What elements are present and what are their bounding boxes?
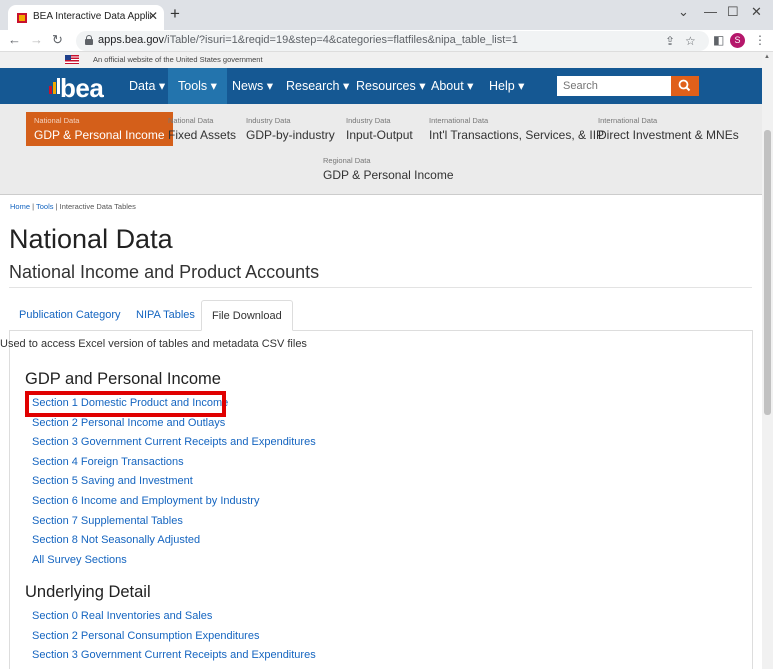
section-heading-underlying: Underlying Detail — [25, 583, 151, 601]
list-item: Section 5 Saving and Investment — [32, 472, 316, 492]
bea-favicon-icon — [17, 13, 27, 23]
gdp-section-links: Section 1 Domestic Product and Income Se… — [32, 394, 316, 570]
divider — [9, 287, 752, 288]
browser-toolbar: ← → ↻ apps.bea.gov/iTable/?isuri=1&reqid… — [0, 30, 773, 52]
breadcrumb-current: Interactive Data Tables — [59, 202, 136, 211]
gov-banner-text: An official website of the United States… — [93, 55, 263, 64]
tab-publication-category[interactable]: Publication Category — [9, 300, 131, 331]
subnav-national-gdp[interactable]: National Data GDP & Personal Income — [26, 112, 173, 146]
page-subtitle: National Income and Product Accounts — [9, 262, 320, 282]
nav-tools[interactable]: Tools ▾ — [168, 68, 227, 104]
link-section-6[interactable]: Section 6 Income and Employment by Indus… — [32, 495, 259, 507]
address-bar[interactable]: apps.bea.gov/iTable/?isuri=1&reqid=19&st… — [76, 31, 709, 51]
content-tabs: Publication Category NIPA Tables File Do… — [9, 300, 753, 331]
subnav-intl-transactions[interactable]: International Data Int'l Transactions, S… — [429, 116, 604, 142]
highlight-box — [25, 391, 226, 417]
subnav-label: GDP & Personal Income — [34, 128, 165, 142]
list-item: Section 0 Real Inventories and Sales — [32, 607, 316, 627]
subnav-category: Industry Data — [346, 116, 391, 125]
share-icon[interactable]: ⇪ — [665, 34, 675, 48]
tab-file-download[interactable]: File Download — [201, 300, 293, 331]
page-scrollbar[interactable]: ▲ — [762, 52, 773, 669]
link-section-3[interactable]: Section 3 Government Current Receipts an… — [32, 436, 316, 448]
page-title: National Data — [9, 224, 173, 254]
sub-navigation: National Data GDP & Personal Income Nati… — [0, 104, 762, 195]
list-item: Section 6 Income and Employment by Indus… — [32, 492, 316, 512]
nav-about[interactable]: About ▾ — [421, 68, 483, 104]
subnav-direct-investment[interactable]: International Data Direct Investment & M… — [598, 116, 739, 142]
link-section-2[interactable]: Section 2 Personal Income and Outlays — [32, 417, 225, 429]
list-item: Section 7 Supplemental Tables — [32, 512, 316, 532]
browser-tab-title: BEA Interactive Data Application — [33, 11, 151, 22]
nav-help[interactable]: Help ▾ — [479, 68, 534, 104]
minimize-icon[interactable]: — — [704, 4, 717, 19]
subnav-category: National Data — [168, 116, 214, 125]
list-item: Section 8 Not Seasonally Adjusted — [32, 531, 316, 551]
new-tab-icon[interactable]: + — [170, 4, 180, 24]
reload-icon[interactable]: ↻ — [52, 32, 63, 48]
list-item: Section 3 Government Current Receipts an… — [32, 646, 316, 666]
underlying-section-links: Section 0 Real Inventories and Sales Sec… — [32, 607, 316, 666]
subnav-fixed-assets[interactable]: National Data Fixed Assets — [168, 116, 236, 142]
link-all-survey-sections[interactable]: All Survey Sections — [32, 554, 127, 566]
subnav-gdp-by-industry[interactable]: Industry Data GDP-by-industry — [246, 116, 335, 142]
subnav-category: National Data — [34, 116, 80, 125]
gov-banner: An official website of the United States… — [0, 52, 762, 68]
list-item: All Survey Sections — [32, 551, 316, 571]
file-download-panel: Used to access Excel version of tables a… — [0, 331, 753, 669]
subnav-category: Industry Data — [246, 116, 291, 125]
subnav-label: Fixed Assets — [168, 128, 237, 142]
link-section-5[interactable]: Section 5 Saving and Investment — [32, 475, 193, 487]
nav-news[interactable]: News ▾ — [222, 68, 283, 104]
link-section-7[interactable]: Section 7 Supplemental Tables — [32, 515, 183, 527]
subnav-label: Int'l Transactions, Services, & IIP — [429, 128, 605, 142]
lock-icon — [85, 35, 93, 45]
section-heading-gdp: GDP and Personal Income — [25, 370, 221, 388]
close-window-icon[interactable]: ✕ — [751, 4, 762, 20]
nav-data[interactable]: Data ▾ — [119, 68, 175, 104]
subnav-regional-gdp[interactable]: Regional Data GDP & Personal Income — [323, 156, 454, 182]
subnav-label: Input-Output — [346, 128, 413, 142]
subnav-category: International Data — [429, 116, 489, 125]
bea-logo[interactable]: bea — [60, 73, 104, 104]
subnav-label: GDP & Personal Income — [323, 168, 454, 182]
breadcrumb: Home | Tools | Interactive Data Tables — [10, 202, 136, 211]
profile-avatar[interactable]: S — [730, 33, 745, 48]
us-flag-icon — [65, 55, 79, 64]
forward-icon[interactable]: → — [30, 32, 43, 47]
subnav-category: Regional Data — [323, 156, 371, 165]
tab-search-chevron-icon[interactable]: ⌄ — [678, 4, 689, 20]
breadcrumb-home[interactable]: Home — [10, 202, 30, 211]
subnav-label: GDP-by-industry — [246, 128, 335, 142]
panel-description: Used to access Excel version of tables a… — [0, 338, 307, 350]
browser-tab[interactable]: BEA Interactive Data Application ✕ — [8, 5, 164, 30]
link-underlying-section-0[interactable]: Section 0 Real Inventories and Sales — [32, 610, 212, 622]
search-icon — [678, 79, 691, 92]
back-icon[interactable]: ← — [8, 32, 21, 47]
link-underlying-section-2[interactable]: Section 2 Personal Consumption Expenditu… — [32, 630, 259, 642]
browser-tab-strip: BEA Interactive Data Application ✕ + ⌄ —… — [0, 0, 773, 30]
more-menu-icon[interactable]: ⋮ — [754, 33, 766, 47]
bookmark-star-icon[interactable]: ☆ — [685, 34, 696, 48]
main-navigation: bea Data ▾ Tools ▾ News ▾ Research ▾ Res… — [0, 68, 762, 104]
side-panel-icon[interactable]: ◧ — [713, 33, 724, 47]
list-item: Section 3 Government Current Receipts an… — [32, 433, 316, 453]
url-text: apps.bea.gov/iTable/?isuri=1&reqid=19&st… — [98, 34, 518, 46]
link-section-8[interactable]: Section 8 Not Seasonally Adjusted — [32, 534, 200, 546]
search-button[interactable] — [671, 76, 699, 96]
breadcrumb-tools[interactable]: Tools — [36, 202, 54, 211]
maximize-icon[interactable]: ☐ — [727, 4, 739, 20]
link-underlying-section-3[interactable]: Section 3 Government Current Receipts an… — [32, 649, 316, 661]
list-item: Section 2 Personal Consumption Expenditu… — [32, 627, 316, 647]
subnav-label: Direct Investment & MNEs — [598, 128, 739, 142]
subnav-category: International Data — [598, 116, 658, 125]
link-section-4[interactable]: Section 4 Foreign Transactions — [32, 456, 184, 468]
tab-nipa-tables[interactable]: NIPA Tables — [126, 300, 205, 331]
scroll-up-icon[interactable]: ▲ — [764, 54, 770, 60]
scrollbar-thumb[interactable] — [764, 130, 771, 415]
close-tab-icon[interactable]: ✕ — [148, 9, 158, 23]
site-search-input[interactable] — [557, 76, 671, 96]
subnav-input-output[interactable]: Industry Data Input-Output — [346, 116, 413, 142]
list-item: Section 4 Foreign Transactions — [32, 453, 316, 473]
